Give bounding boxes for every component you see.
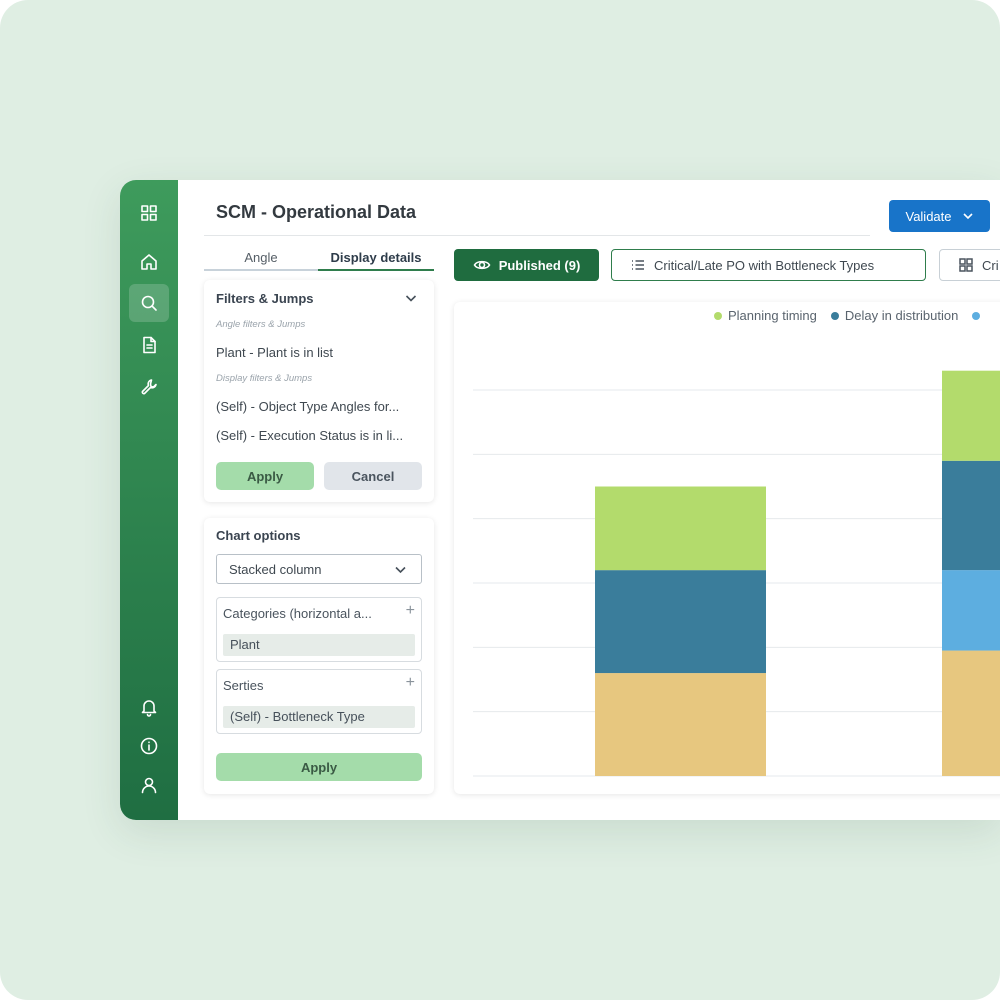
page-title: SCM - Operational Data — [216, 202, 417, 222]
chart-bar-segment[interactable] — [942, 370, 1000, 461]
legend-label: Delay in distribution — [844, 308, 959, 323]
filters-panel: Filters & Jumps Angle filters & Jumps Pl… — [204, 280, 434, 502]
chart-type-value: Stacked column — [229, 561, 322, 577]
display-view-label: Critical/Late PO with Bottleneck Types — [654, 257, 875, 273]
grid-icon — [959, 258, 973, 272]
series-chip[interactable]: (Self) - Bottleneck Type — [223, 706, 415, 728]
list-icon — [632, 260, 644, 270]
chart-bar-segment[interactable] — [942, 570, 1000, 651]
angle-filters-hint: Angle filters & Jumps — [216, 319, 306, 330]
categories-label: Categories (horizontal a... — [223, 606, 372, 621]
filters-apply-button[interactable]: Apply — [216, 462, 314, 490]
bell-icon — [141, 700, 157, 717]
chart-bar-segment[interactable] — [942, 650, 1000, 776]
legend-dot — [714, 311, 722, 320]
add-series-plus-icon[interactable]: + — [406, 674, 415, 692]
filters-cancel-button[interactable]: Cancel — [324, 462, 422, 490]
category-chip[interactable]: Plant — [223, 634, 415, 656]
home-icon — [141, 254, 157, 270]
stacked-column-chart — [473, 370, 1000, 777]
eye-icon — [473, 260, 491, 270]
legend-item[interactable] — [972, 308, 981, 323]
add-category-plus-icon[interactable]: + — [406, 602, 415, 620]
sidebar-item-apps[interactable] — [129, 194, 169, 232]
info-icon — [140, 737, 158, 755]
series-label: Serties — [223, 678, 264, 693]
chart-type-select[interactable]: Stacked column — [216, 554, 422, 584]
tab-underline-inactive — [204, 269, 318, 271]
chart-legend: Planning timing Delay in distribution — [714, 308, 981, 323]
categories-field: Categories (horizontal a... + Plant — [216, 597, 422, 662]
wrench-icon — [141, 379, 157, 395]
sidebar-item-home[interactable] — [129, 243, 169, 281]
sidebar-item-profile[interactable] — [129, 766, 169, 804]
chart-options-panel: Chart options Stacked column Categories … — [204, 518, 434, 794]
sidebar-item-notifications[interactable] — [129, 688, 169, 726]
chart-options-apply-button[interactable]: Apply — [216, 753, 422, 781]
display-filter-item[interactable]: (Self) - Execution Status is in li... — [216, 428, 421, 443]
display-filters-hint: Display filters & Jumps — [216, 373, 313, 384]
chevron-down-icon — [962, 213, 973, 220]
sidebar-item-documents[interactable] — [129, 326, 169, 364]
grid-view-label: Cri — [982, 257, 999, 273]
legend-item[interactable]: Delay in distribution — [830, 308, 959, 323]
legend-label: Planning timing — [728, 308, 817, 323]
chevron-down-icon[interactable] — [404, 291, 418, 305]
chart-bar-segment[interactable] — [595, 673, 766, 776]
chart-panel: Planning timing Delay in distribution — [454, 302, 1000, 794]
filters-title: Filters & Jumps — [216, 291, 314, 306]
legend-dot — [972, 311, 981, 320]
user-icon — [141, 777, 157, 794]
sidebar — [120, 180, 178, 820]
tab-underline-active — [318, 269, 434, 271]
published-button[interactable]: Published (9) — [454, 249, 599, 281]
display-filter-item[interactable]: (Self) - Object Type Angles for... — [216, 399, 421, 414]
legend-dot — [830, 311, 839, 320]
published-label: Published (9) — [498, 257, 581, 273]
grid-view-tab[interactable]: Cri — [939, 249, 1000, 281]
sidebar-item-info[interactable] — [129, 727, 169, 765]
validate-label: Validate — [905, 208, 952, 224]
chart-bar-segment[interactable] — [595, 486, 766, 571]
document-icon — [143, 336, 156, 354]
angle-filter-item[interactable]: Plant - Plant is in list — [216, 345, 421, 360]
sidebar-item-search[interactable] — [129, 284, 169, 322]
legend-item[interactable]: Planning timing — [714, 308, 817, 323]
display-view-tab[interactable]: Critical/Late PO with Bottleneck Types — [611, 249, 926, 281]
series-field: Serties + (Self) - Bottleneck Type — [216, 669, 422, 734]
sidebar-item-tools[interactable] — [129, 368, 169, 406]
chart-bar-segment[interactable] — [942, 460, 1000, 571]
chart-bar-segment[interactable] — [595, 570, 766, 674]
validate-button[interactable]: Validate — [889, 200, 990, 232]
chart-options-title: Chart options — [216, 528, 301, 543]
title-divider — [204, 235, 870, 236]
chevron-down-icon — [395, 566, 406, 574]
grid-icon — [141, 205, 157, 221]
search-icon — [141, 295, 157, 311]
app-window: SCM - Operational Data Validate Angle Di… — [120, 180, 1000, 820]
